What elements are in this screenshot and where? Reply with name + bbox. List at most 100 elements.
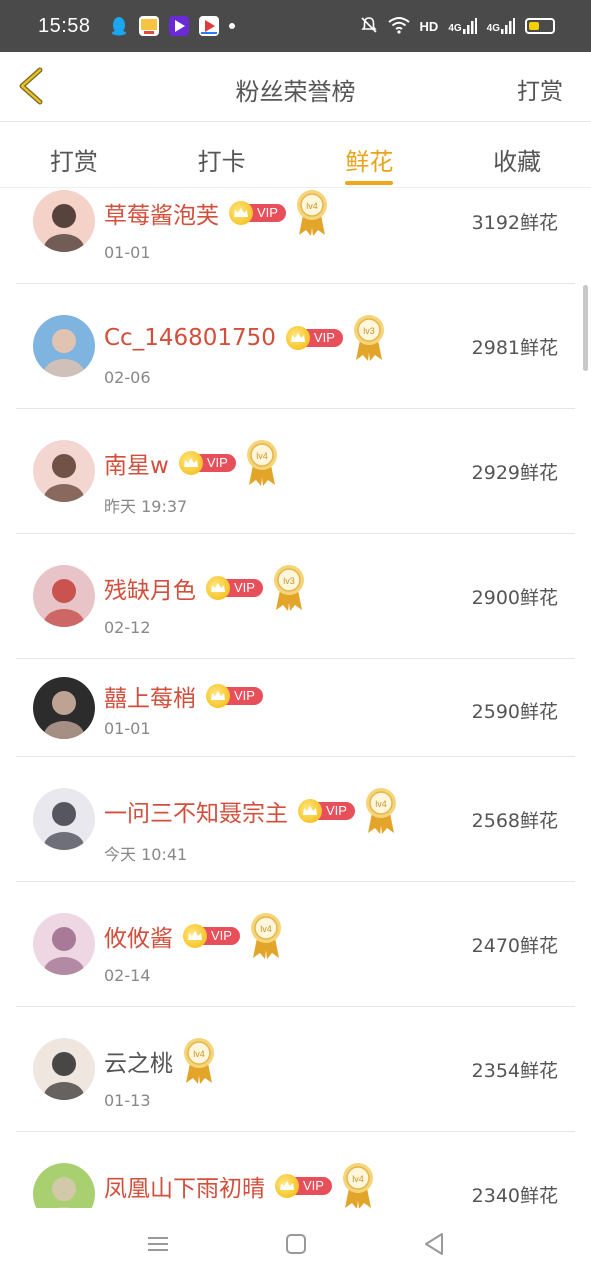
avatar[interactable] bbox=[33, 1038, 95, 1100]
home-icon[interactable] bbox=[282, 1230, 310, 1258]
fan-name[interactable]: 残缺月色 bbox=[104, 571, 196, 605]
notification-dot bbox=[228, 23, 235, 29]
fan-row[interactable]: 云之桃 lv4 01-13 2354鲜花 bbox=[16, 1007, 575, 1132]
vip-badge: VIP bbox=[285, 326, 343, 350]
fan-date: 02-06 bbox=[104, 368, 151, 387]
signal-icon-1: 4G bbox=[448, 18, 477, 34]
level-medal-icon: lv4 bbox=[244, 439, 280, 487]
crown-icon bbox=[285, 326, 310, 350]
tab-favorites[interactable]: 收藏 bbox=[443, 122, 591, 187]
vip-badge: VIP bbox=[206, 684, 263, 708]
flower-count: 2568鲜花 bbox=[471, 810, 558, 832]
network-label: HD bbox=[419, 18, 439, 34]
video-icon bbox=[168, 16, 189, 36]
name-line: 草莓酱泡芙 VIP lv4 bbox=[104, 189, 330, 237]
fan-date: 昨天 19:37 bbox=[104, 497, 188, 516]
fan-date: 01-13 bbox=[104, 1091, 151, 1110]
fan-row[interactable]: 南星w VIP lv4 昨天 19:37 2929鲜花 bbox=[16, 409, 575, 534]
svg-text:lv4: lv4 bbox=[193, 1049, 205, 1059]
status-bar: 15:58 HD 4G 4G bbox=[0, 0, 591, 52]
mute-icon bbox=[360, 16, 378, 37]
avatar[interactable] bbox=[33, 1163, 95, 1208]
crown-icon bbox=[229, 201, 253, 225]
fan-name[interactable]: 囍上莓梢 bbox=[104, 679, 196, 713]
signal-icon-2: 4G bbox=[487, 18, 515, 34]
crown-icon bbox=[206, 576, 230, 600]
svg-text:lv4: lv4 bbox=[260, 924, 272, 934]
vip-badge: VIP bbox=[183, 924, 240, 948]
fan-name[interactable]: 凤凰山下雨初晴 bbox=[104, 1169, 265, 1203]
fan-name[interactable]: 南星w bbox=[104, 446, 169, 480]
avatar[interactable] bbox=[33, 913, 95, 975]
fan-row[interactable]: 残缺月色 VIP lv3 02-12 2900鲜花 bbox=[16, 534, 575, 659]
avatar[interactable] bbox=[33, 565, 95, 627]
fan-name[interactable]: 一问三不知聂宗主 bbox=[104, 794, 288, 828]
fan-date: 02-14 bbox=[104, 966, 151, 985]
crown-icon bbox=[275, 1174, 299, 1198]
back-nav-icon[interactable] bbox=[420, 1230, 448, 1258]
status-app-icons bbox=[109, 16, 235, 36]
svg-text:lv3: lv3 bbox=[363, 326, 375, 336]
fan-name[interactable]: 草莓酱泡芙 bbox=[104, 196, 219, 230]
flower-count: 2470鲜花 bbox=[471, 935, 558, 957]
vip-badge: VIP bbox=[206, 576, 263, 600]
svg-text:lv4: lv4 bbox=[306, 201, 318, 211]
fan-row[interactable]: 囍上莓梢 VIP 01-01 2590鲜花 bbox=[16, 659, 575, 757]
flower-count: 2590鲜花 bbox=[471, 701, 558, 723]
avatar[interactable] bbox=[33, 440, 95, 502]
fan-name[interactable]: Cc_146801750 bbox=[104, 325, 276, 351]
fans-list[interactable]: 草莓酱泡芙 VIP lv4 01-01 3192鲜花 Cc_146801750 bbox=[0, 189, 591, 1208]
fan-row[interactable]: Cc_146801750 VIP lv3 02-06 2981鲜花 bbox=[16, 284, 575, 409]
player-icon bbox=[198, 16, 219, 36]
reward-button[interactable]: 打赏 bbox=[517, 72, 563, 106]
qq-icon bbox=[109, 16, 129, 36]
system-nav-bar bbox=[0, 1208, 591, 1280]
name-line: Cc_146801750 VIP lv3 bbox=[104, 314, 387, 362]
fan-name[interactable]: 云之桃 bbox=[104, 1044, 173, 1078]
flower-count: 2929鲜花 bbox=[471, 462, 558, 484]
avatar[interactable] bbox=[33, 677, 95, 739]
vip-badge: VIP bbox=[229, 201, 286, 225]
tab-reward[interactable]: 打赏 bbox=[0, 122, 148, 187]
avatar[interactable] bbox=[33, 190, 95, 252]
tab-bar: 打赏 打卡 鲜花 收藏 bbox=[0, 122, 591, 188]
name-line: 攸攸酱 VIP lv4 bbox=[104, 912, 284, 960]
svg-text:lv4: lv4 bbox=[375, 799, 387, 809]
tab-checkin[interactable]: 打卡 bbox=[148, 122, 296, 187]
svg-text:lv4: lv4 bbox=[256, 451, 268, 461]
name-line: 一问三不知聂宗主 VIP lv4 bbox=[104, 787, 399, 835]
level-medal-icon: lv4 bbox=[294, 189, 330, 237]
scrollbar[interactable] bbox=[583, 285, 588, 371]
menu-icon[interactable] bbox=[144, 1230, 172, 1258]
battery-icon bbox=[525, 18, 555, 34]
avatar[interactable] bbox=[33, 315, 95, 377]
fan-date: 01-01 bbox=[104, 243, 151, 262]
page-header: 粉丝荣誉榜 打赏 bbox=[0, 52, 591, 122]
level-medal-icon: lv4 bbox=[248, 912, 284, 960]
level-medal-icon: lv4 bbox=[181, 1037, 217, 1085]
vip-badge: VIP bbox=[275, 1174, 332, 1198]
fan-row[interactable]: 草莓酱泡芙 VIP lv4 01-01 3192鲜花 bbox=[16, 189, 575, 284]
fan-row[interactable]: 凤凰山下雨初晴 VIP lv4 2340鲜花 bbox=[16, 1132, 575, 1208]
name-line: 残缺月色 VIP lv3 bbox=[104, 564, 307, 612]
name-line: 云之桃 lv4 bbox=[104, 1037, 217, 1085]
fan-date: 今天 10:41 bbox=[104, 845, 188, 864]
avatar[interactable] bbox=[33, 788, 95, 850]
svg-text:lv3: lv3 bbox=[283, 576, 295, 586]
tab-flowers[interactable]: 鲜花 bbox=[296, 122, 444, 187]
fan-row[interactable]: 一问三不知聂宗主 VIP lv4 今天 10:41 2568鲜花 bbox=[16, 757, 575, 882]
crown-icon bbox=[183, 924, 207, 948]
flower-count: 2981鲜花 bbox=[471, 337, 558, 359]
crown-icon bbox=[206, 684, 230, 708]
level-medal-icon: lv3 bbox=[271, 564, 307, 612]
level-medal-icon: lv4 bbox=[340, 1162, 376, 1208]
fan-date: 02-12 bbox=[104, 618, 151, 637]
flower-count: 2900鲜花 bbox=[471, 587, 558, 609]
name-line: 南星w VIP lv4 bbox=[104, 439, 280, 487]
fan-name[interactable]: 攸攸酱 bbox=[104, 919, 173, 953]
status-right: HD 4G 4G bbox=[360, 16, 555, 37]
fan-row[interactable]: 攸攸酱 VIP lv4 02-14 2470鲜花 bbox=[16, 882, 575, 1007]
vip-badge: VIP bbox=[178, 451, 236, 475]
crown-icon bbox=[178, 451, 203, 475]
svg-text:lv4: lv4 bbox=[352, 1174, 364, 1184]
